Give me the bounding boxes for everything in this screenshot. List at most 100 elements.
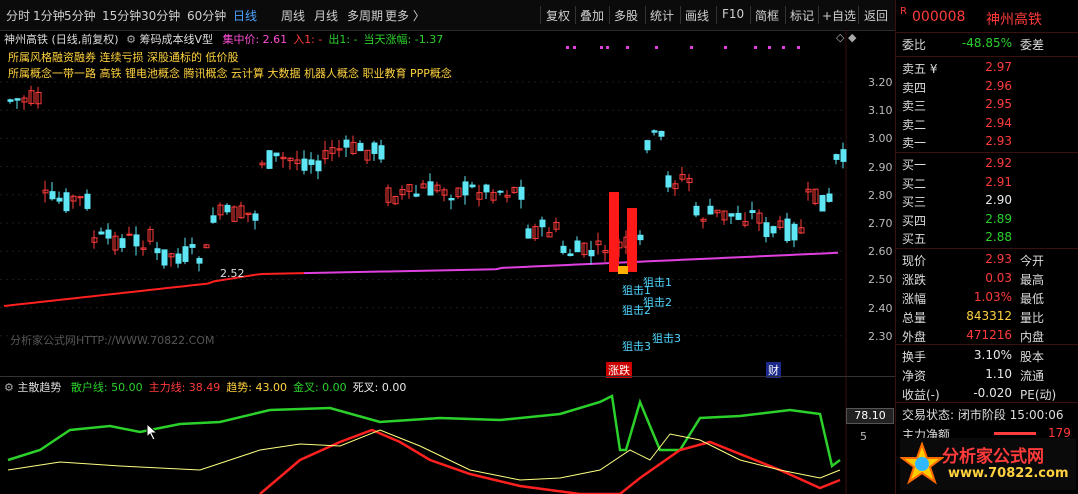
candle-body: [567, 253, 574, 257]
candle-body: [343, 139, 350, 148]
candle-body: [763, 222, 770, 238]
period-tab[interactable]: 1分钟: [33, 7, 65, 24]
toolbar-button[interactable]: 返回: [864, 7, 888, 24]
signal-dot: [573, 46, 576, 49]
period-tab[interactable]: 日线: [233, 7, 257, 24]
stock-title: R 000008 神州高铁: [896, 6, 1078, 28]
chart-canvas[interactable]: [0, 30, 895, 494]
candle-body: [210, 215, 217, 223]
ask-row[interactable]: 卖二 2.94: [896, 116, 1078, 134]
toolbar-separator: [575, 6, 576, 24]
toolbar-button[interactable]: 多股: [614, 7, 638, 24]
price-tick: 2.40: [868, 301, 893, 315]
ask-row[interactable]: 卖一 2.93: [896, 134, 1078, 152]
candle-body: [105, 229, 112, 239]
toolbar-separator: [680, 6, 681, 24]
candle-body: [126, 233, 133, 236]
toolbar-button[interactable]: +自选: [822, 7, 856, 24]
price-tick: 2.90: [868, 160, 893, 174]
ask-row[interactable]: 卖五 ¥2.97: [896, 60, 1078, 78]
toolbar-button[interactable]: 叠加: [580, 7, 604, 24]
ask-row[interactable]: 卖三 2.95: [896, 97, 1078, 115]
bid-row[interactable]: 买三 2.90: [896, 193, 1078, 211]
period-tab[interactable]: 5分钟: [64, 7, 96, 24]
toolbar-button[interactable]: 标记: [790, 7, 814, 24]
candle-body: [693, 205, 700, 216]
toolbar-separator: [785, 6, 786, 24]
candle-body: [308, 159, 315, 165]
candle-body: [749, 210, 756, 213]
ask-row[interactable]: 卖四 2.96: [896, 79, 1078, 97]
mouse-cursor-icon: [146, 423, 159, 441]
sub-header-value: 死叉: 0.00: [352, 381, 407, 394]
candle-body: [469, 184, 476, 188]
toolbar-button[interactable]: 复权: [546, 7, 570, 24]
candle-body: [833, 154, 840, 160]
candle-body: [273, 152, 280, 157]
chart-area[interactable]: 神州高铁 (日线,前复权) ⚙ 筹码成本线V型 集中价: 2.61 入1: - 出1…: [0, 30, 895, 494]
candle-body: [574, 240, 581, 253]
sub-axis-value: 78.10: [846, 408, 894, 424]
header-value: 集中价: 2.61: [222, 33, 288, 46]
candle-body: [133, 234, 140, 247]
sub-indicator-name[interactable]: 主散趋势: [17, 381, 61, 394]
candle-body: [371, 142, 378, 154]
style-line: 所属风格融资融券 连续亏损 深股通标的 低价股: [8, 51, 239, 64]
rights-badge: R: [900, 6, 907, 17]
period-tab[interactable]: 分时: [6, 7, 30, 24]
period-tab[interactable]: 60分钟: [187, 7, 226, 24]
candle-body: [413, 193, 420, 197]
signal-dot: [768, 46, 771, 49]
toolbar-button[interactable]: 简框: [755, 7, 779, 24]
divider: [896, 56, 1078, 57]
toolbar-button[interactable]: 画线: [685, 7, 709, 24]
toolbar-button[interactable]: F10: [722, 7, 744, 21]
sub-header-value: 趋势: 43.00: [226, 381, 287, 394]
candle-body: [175, 253, 182, 264]
sub-header-value: 金叉: 0.00: [292, 381, 347, 394]
sub-header: ⚙ 主散趋势 散户线: 50.00 主力线: 38.49 趋势: 43.00 金叉: …: [4, 379, 406, 395]
toolbar-button[interactable]: 统计: [650, 7, 674, 24]
candle-body: [315, 160, 322, 172]
indicator-name[interactable]: 筹码成本线V型: [139, 33, 213, 46]
toolbar-separator: [540, 6, 541, 24]
price-tick: 2.70: [868, 217, 893, 230]
bid-row[interactable]: 买五 2.88: [896, 230, 1078, 248]
bid-row[interactable]: 买二 2.91: [896, 175, 1078, 193]
bid-row[interactable]: 买一 2.92: [896, 156, 1078, 174]
period-tab[interactable]: 15分钟: [102, 7, 141, 24]
price-tick: 3.20: [868, 76, 893, 89]
period-tab[interactable]: 周线: [281, 7, 305, 24]
divider: [896, 344, 1078, 345]
bid-row[interactable]: 买四 2.89: [896, 212, 1078, 230]
stat-row: 换手 3.10% 股本: [902, 348, 1045, 364]
candle-body: [770, 226, 777, 234]
candle-body: [588, 250, 595, 257]
candle-body: [49, 191, 56, 200]
sub-settings-icon[interactable]: ⚙: [4, 381, 14, 394]
period-tab[interactable]: 更多 〉: [385, 7, 425, 24]
header-value: 当天涨幅: -1.37: [363, 33, 444, 46]
signal-dot: [600, 46, 603, 49]
sub-header-value: 主力线: 38.49: [148, 381, 221, 394]
signal-dot: [690, 46, 693, 49]
period-tab[interactable]: 月线: [314, 7, 338, 24]
settings-icon[interactable]: ⚙: [126, 33, 136, 46]
logo: 分析家公式网 www.70822.com: [900, 438, 1076, 490]
candle-body: [637, 234, 644, 241]
candle-body: [154, 248, 161, 254]
toolbar-separator: [750, 6, 751, 24]
net-flow-bar: [994, 432, 1036, 435]
signal-dot: [626, 46, 629, 49]
signal-dot: [655, 46, 658, 49]
period-tab[interactable]: 多周期: [347, 7, 383, 24]
candle-body: [448, 198, 455, 201]
pane-divider: [0, 376, 895, 377]
collapse-icon[interactable]: ◇ ◆: [836, 31, 856, 44]
price-tick: 2.30: [868, 329, 893, 343]
divider: [896, 32, 1078, 33]
candle-body: [301, 158, 308, 171]
candle-body: [98, 231, 105, 235]
toolbar-separator: [716, 6, 717, 24]
period-tab[interactable]: 30分钟: [141, 7, 180, 24]
